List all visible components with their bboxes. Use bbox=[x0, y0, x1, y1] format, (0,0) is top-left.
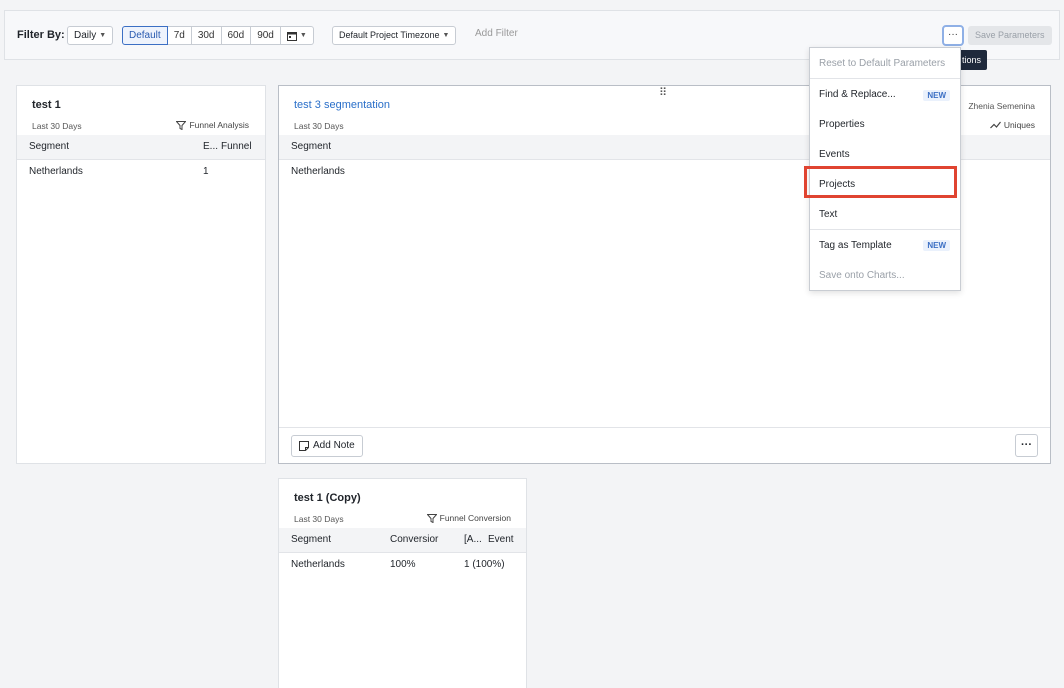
table-cell: 1 (100%) bbox=[464, 559, 505, 570]
save-parameters-button[interactable]: Save Parameters bbox=[968, 26, 1052, 45]
column-header[interactable]: Segment bbox=[291, 534, 331, 545]
column-header[interactable]: E... bbox=[203, 141, 218, 152]
range-30d[interactable]: 30d bbox=[191, 26, 222, 45]
card-report-type: Funnel Analysis bbox=[176, 120, 249, 130]
report-card-test-1-copy[interactable]: test 1 (Copy) Last 30 Days Funnel Conver… bbox=[278, 478, 527, 688]
range-90d[interactable]: 90d bbox=[251, 26, 281, 45]
menu-item-properties[interactable]: Properties bbox=[819, 119, 865, 130]
table-cell: Netherlands bbox=[29, 166, 83, 177]
timezone-dropdown[interactable]: Default Project Timezone ▼ bbox=[332, 26, 457, 45]
menu-item-save-onto-charts[interactable]: Save onto Charts... bbox=[819, 270, 905, 281]
card-report-type-label: Funnel Analysis bbox=[189, 120, 249, 130]
table-header: Segment Conversior [A... Event bbox=[279, 528, 526, 553]
chevron-down-icon: ▼ bbox=[99, 32, 107, 39]
table-cell: Netherlands bbox=[291, 559, 345, 570]
card-title[interactable]: test 1 (Copy) bbox=[294, 492, 361, 504]
card-report-type: Uniques bbox=[989, 120, 1035, 130]
column-header[interactable]: Funnel bbox=[221, 141, 252, 152]
table-cell: 100% bbox=[390, 559, 416, 570]
menu-item-events[interactable]: Events bbox=[819, 149, 850, 160]
menu-item-reset-parameters[interactable]: Reset to Default Parameters bbox=[819, 58, 945, 69]
menu-item-text[interactable]: Text bbox=[819, 209, 837, 220]
menu-divider bbox=[810, 78, 960, 79]
chevron-down-icon: ▼ bbox=[442, 32, 450, 39]
table-cell: Netherlands bbox=[291, 166, 345, 177]
card-author: Zhenia Semenina bbox=[968, 101, 1035, 111]
column-header[interactable]: Segment bbox=[29, 141, 69, 152]
card-title[interactable]: test 3 segmentation bbox=[294, 99, 390, 111]
menu-item-find-replace[interactable]: Find & Replace... bbox=[819, 89, 896, 100]
interval-dropdown[interactable]: Daily ▼ bbox=[67, 26, 114, 45]
filter-by-label: Filter By: bbox=[17, 29, 65, 41]
chevron-down-icon: ▼ bbox=[299, 32, 307, 39]
card-title[interactable]: test 1 bbox=[32, 99, 61, 111]
drag-handle-icon[interactable]: ⠿ bbox=[659, 86, 667, 99]
timezone-value: Default Project Timezone bbox=[339, 30, 440, 40]
range-default[interactable]: Default bbox=[122, 26, 168, 45]
card-more-button[interactable]: ··· bbox=[1015, 434, 1038, 457]
card-report-type-label: Uniques bbox=[1003, 120, 1035, 130]
column-header[interactable]: Segment bbox=[291, 141, 331, 152]
menu-divider bbox=[810, 229, 960, 230]
new-badge: NEW bbox=[923, 90, 950, 101]
note-icon bbox=[299, 441, 309, 451]
trend-line-icon bbox=[989, 121, 1001, 129]
date-range-group: Default 7d 30d 60d 90d ▼ bbox=[122, 26, 314, 45]
calendar-dropdown[interactable]: ▼ bbox=[280, 26, 314, 45]
calendar-icon bbox=[286, 31, 297, 41]
card-report-type-label: Funnel Conversion bbox=[439, 513, 511, 523]
funnel-icon bbox=[426, 513, 437, 523]
add-note-button[interactable]: Add Note bbox=[291, 435, 363, 457]
add-filter-button[interactable]: Add Filter bbox=[475, 28, 518, 39]
card-report-type: Funnel Conversion bbox=[426, 513, 511, 523]
new-badge: NEW bbox=[923, 240, 950, 251]
table-header: Segment E... Funnel bbox=[17, 135, 265, 160]
range-60d[interactable]: 60d bbox=[221, 26, 252, 45]
range-7d[interactable]: 7d bbox=[167, 26, 192, 45]
funnel-icon bbox=[176, 120, 187, 130]
report-card-test-1[interactable]: test 1 Last 30 Days Funnel Analysis Segm… bbox=[16, 85, 266, 464]
add-note-label: Add Note bbox=[313, 440, 355, 451]
card-date-range: Last 30 Days bbox=[294, 121, 344, 131]
more-options-button[interactable]: ··· bbox=[942, 25, 964, 46]
column-header[interactable]: Conversior bbox=[390, 534, 438, 545]
table-cell: 1 bbox=[203, 166, 209, 177]
card-footer: Add Note ··· bbox=[279, 427, 1050, 463]
card-date-range: Last 30 Days bbox=[32, 121, 82, 131]
column-header[interactable]: [A... bbox=[464, 534, 482, 545]
menu-item-tag-as-template[interactable]: Tag as Template bbox=[819, 240, 892, 251]
card-date-range: Last 30 Days bbox=[294, 514, 344, 524]
highlight-box bbox=[804, 166, 957, 198]
interval-value: Daily bbox=[74, 30, 97, 41]
column-header[interactable]: Event bbox=[488, 534, 514, 545]
